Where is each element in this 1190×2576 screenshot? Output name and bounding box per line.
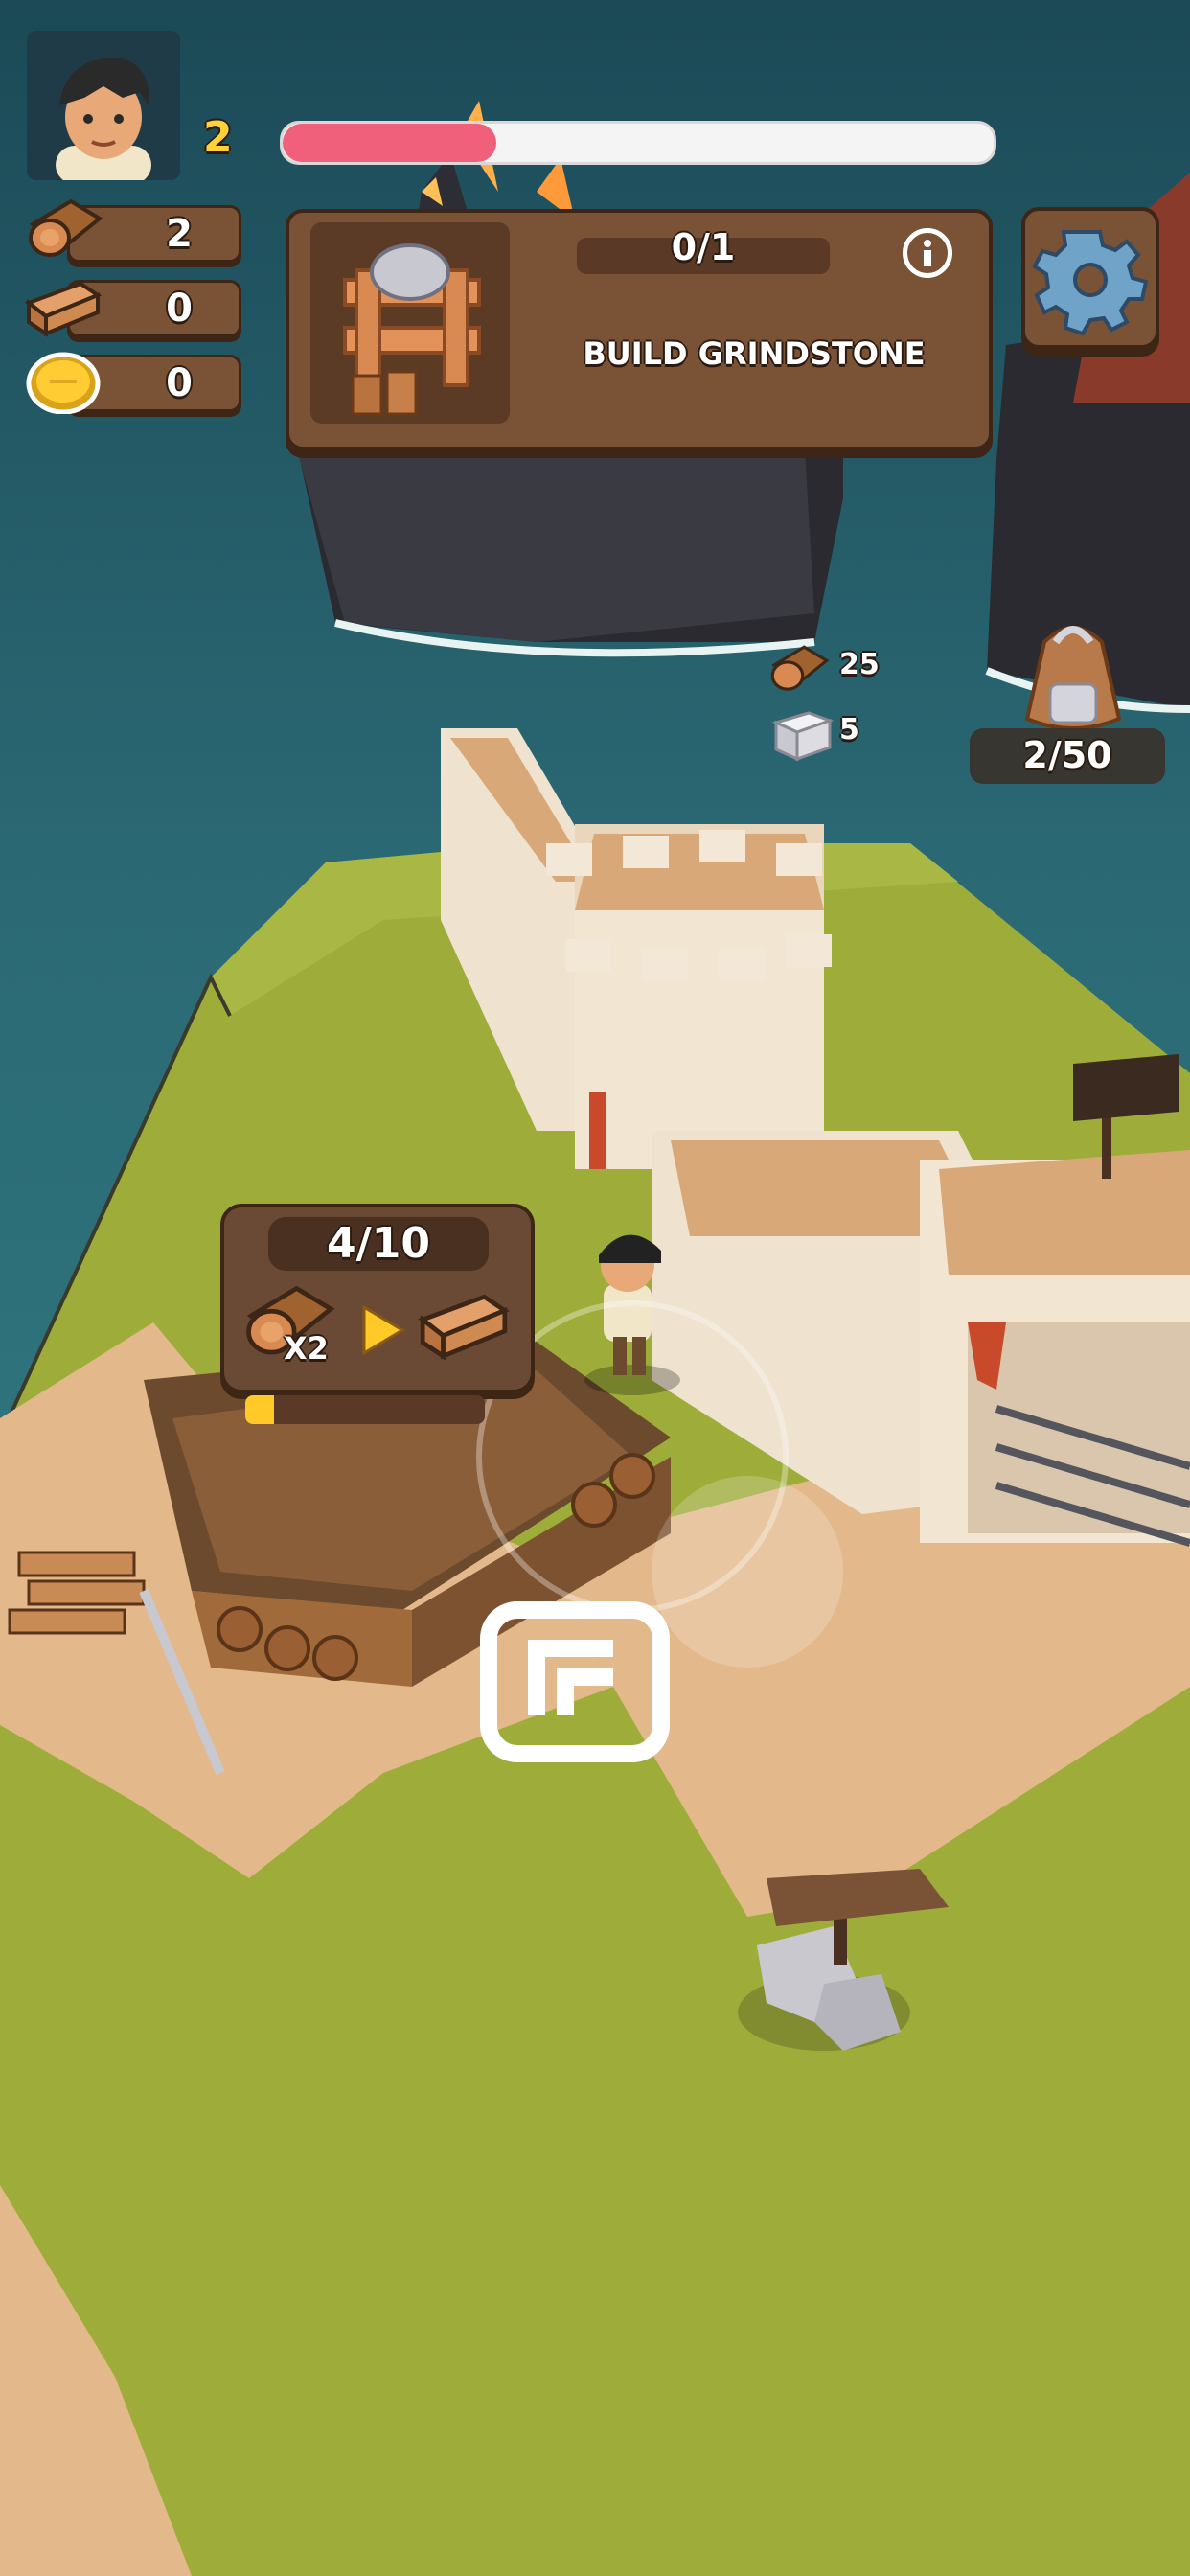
xp-bar: [280, 121, 996, 165]
grindstone-icon: [343, 243, 481, 416]
info-button[interactable]: [903, 228, 952, 278]
quest-title: BUILD GRINDSTONE: [583, 335, 926, 372]
backpack-capacity-text: 2/50: [1022, 734, 1112, 776]
backpack-icon: [1024, 626, 1122, 730]
build-cost: 25 5: [767, 642, 920, 776]
sawmill-panel: 4/10 X2: [220, 1204, 535, 1393]
settings-button[interactable]: [1021, 207, 1159, 349]
gear-icon: [1032, 230, 1149, 336]
backpack-capacity: 2/50: [970, 728, 1165, 784]
quest-progress-text: 0/1: [671, 226, 736, 268]
player-avatar[interactable]: [27, 31, 180, 180]
xp-bar-fill: [283, 124, 496, 162]
log-icon: [770, 645, 830, 691]
quest-icon-frame: [310, 222, 510, 424]
sawmill-progress-bar: [245, 1395, 485, 1424]
arrow-right-icon: [362, 1304, 405, 1356]
plank-icon: [418, 1294, 510, 1361]
player-portrait-icon: [27, 31, 180, 180]
stone-block-icon: [771, 711, 834, 762]
log-icon: [29, 198, 103, 257]
info-icon: [924, 240, 931, 266]
resource-coins-value: 0: [166, 361, 193, 405]
resource-logs-value: 2: [166, 212, 193, 256]
resource-planks-value: 0: [166, 287, 193, 331]
quest-panel[interactable]: 0/1 BUILD GRINDSTONE: [286, 209, 993, 450]
plank-icon: [24, 281, 103, 337]
player-level: 2: [203, 113, 233, 162]
sawmill-progress-fill: [245, 1395, 274, 1424]
build-cost-logs: 25: [839, 648, 880, 681]
coin-icon: [26, 352, 101, 414]
sawmill-input-multiplier: X2: [284, 1330, 329, 1367]
build-cost-stone: 5: [839, 713, 859, 747]
sawmill-queue-text: 4/10: [327, 1219, 430, 1268]
